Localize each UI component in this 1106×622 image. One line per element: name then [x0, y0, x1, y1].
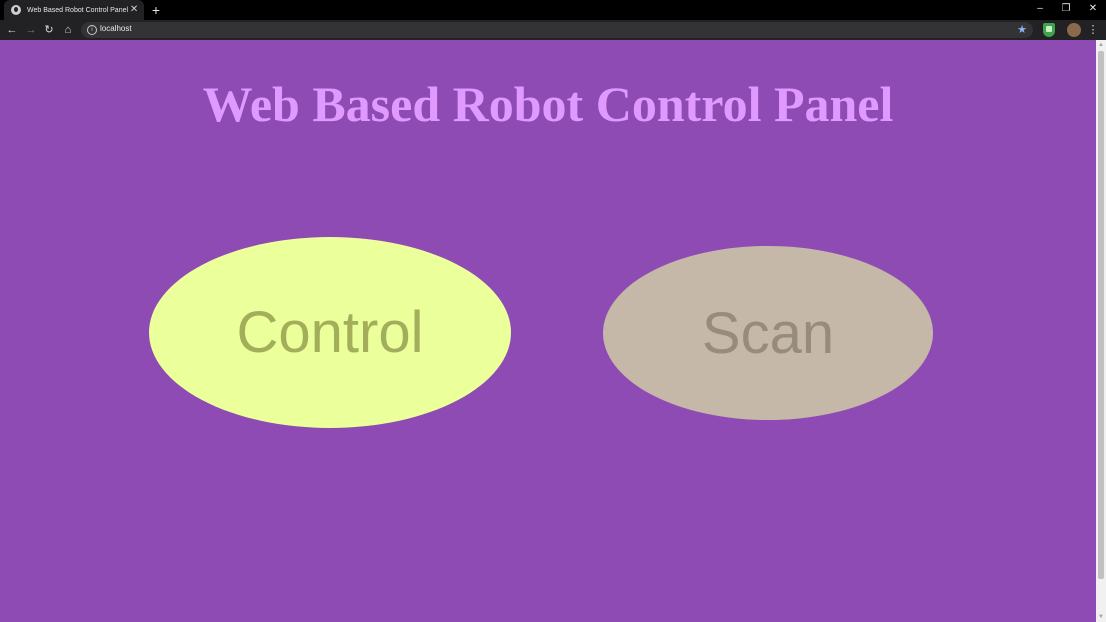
- scan-button-label: Scan: [701, 300, 835, 366]
- scroll-thumb[interactable]: [1098, 51, 1104, 579]
- scroll-up-arrow-icon[interactable]: ▲: [1096, 40, 1106, 50]
- globe-icon: [11, 5, 21, 15]
- browser-menu-icon[interactable]: ⋮: [1087, 22, 1099, 38]
- back-arrow-icon[interactable]: ←: [4, 22, 20, 38]
- page-content: Web Based Robot Control Panel Control Sc…: [0, 40, 1096, 622]
- restore-icon[interactable]: ❐: [1053, 0, 1079, 18]
- profile-avatar-icon[interactable]: [1067, 23, 1081, 37]
- control-button-label: Control: [236, 300, 424, 365]
- new-tab-button[interactable]: +: [148, 2, 164, 18]
- browser-tab-strip: Web Based Robot Control Panel ✕ + – ❐ ✕: [0, 0, 1106, 20]
- browser-toolbar: ← → ↻ ⌂ i localhost ★: [0, 20, 1106, 40]
- address-bar[interactable]: i localhost ★: [81, 22, 1033, 38]
- tab-close-icon[interactable]: ✕: [128, 4, 140, 16]
- forward-arrow-icon[interactable]: →: [23, 22, 39, 38]
- reload-icon[interactable]: ↻: [41, 22, 57, 38]
- url-text[interactable]: localhost: [100, 24, 132, 33]
- scroll-down-arrow-icon[interactable]: ▼: [1096, 612, 1106, 622]
- minimize-icon[interactable]: –: [1027, 0, 1053, 18]
- tab-title: Web Based Robot Control Panel: [27, 6, 129, 14]
- vertical-scrollbar[interactable]: ▲ ▼: [1096, 40, 1106, 622]
- shield-extension-icon[interactable]: [1043, 23, 1055, 37]
- bookmark-star-icon[interactable]: ★: [1017, 23, 1027, 37]
- control-button[interactable]: Control: [149, 237, 511, 428]
- browser-tab[interactable]: Web Based Robot Control Panel ✕: [4, 0, 144, 20]
- page-title: Web Based Robot Control Panel: [202, 76, 894, 132]
- scan-button[interactable]: Scan: [603, 246, 933, 420]
- site-info-icon[interactable]: i: [87, 25, 97, 35]
- home-icon[interactable]: ⌂: [60, 22, 76, 38]
- window-close-icon[interactable]: ✕: [1080, 0, 1106, 18]
